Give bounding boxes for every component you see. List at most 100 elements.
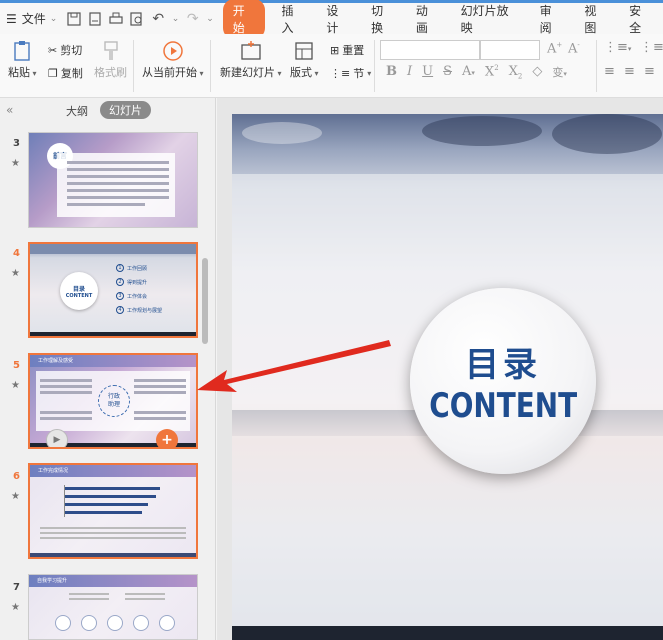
slide-number: 5 (13, 360, 20, 371)
cut-label: 剪切 (60, 44, 83, 57)
play-icon: ▶ (53, 435, 61, 445)
tab-review[interactable]: 审阅 (529, 2, 574, 36)
tab-animations[interactable]: 动画 (405, 2, 450, 36)
redo-icon[interactable]: ↷ (184, 10, 201, 28)
tab-home[interactable]: 开始 (222, 0, 265, 39)
scissors-icon: ✂ (48, 43, 58, 57)
increase-font-icon[interactable]: A+ (547, 41, 562, 56)
new-slide-button[interactable]: 新建幻灯片 ▾ (220, 40, 282, 80)
slide-thumbnail[interactable]: 目录 CONTENT 1 工作回顾 2 得到提升 3 工作体会 4 工作规划与展望 (28, 242, 198, 338)
play-icon (163, 41, 183, 61)
play-slide-button[interactable]: ▶ (46, 429, 68, 447)
tab-slides[interactable]: 幻灯片 (100, 101, 151, 119)
thumbnail-circle: 行政助理 (98, 385, 130, 417)
strikethrough-icon[interactable]: S (443, 64, 452, 81)
copy-button[interactable]: ❐ 复制 (48, 65, 83, 81)
star-icon[interactable]: ★ (11, 158, 20, 169)
paste-icon (14, 41, 30, 61)
section-button[interactable]: ⋮≡ 节 ▾ (330, 65, 371, 81)
tab-transitions[interactable]: 切换 (360, 2, 405, 36)
thumbnail-textbox (57, 153, 175, 217)
divider (374, 40, 375, 92)
plus-icon: + (161, 432, 173, 448)
clear-format-icon[interactable]: ◇ (532, 64, 542, 81)
chevron-down-icon[interactable]: ⌄ (171, 10, 180, 28)
star-icon[interactable]: ★ (11, 491, 20, 502)
reset-icon: ⊞ (330, 43, 340, 57)
font-family-select[interactable] (380, 40, 480, 60)
new-slide-icon (241, 41, 261, 60)
superscript-icon[interactable]: X2 (485, 64, 499, 81)
underline-icon[interactable]: U (422, 64, 433, 81)
toc-item: 工作规划与展望 (127, 307, 163, 314)
tab-outline[interactable]: 大纲 (66, 103, 88, 119)
bullets-icon[interactable]: ⋮≡▾ (604, 40, 631, 55)
reset-label: 重置 (342, 44, 365, 57)
export-pdf-icon[interactable] (86, 10, 103, 28)
play-from-current-button[interactable]: 从当前开始 ▾ (142, 40, 204, 80)
bold-icon[interactable]: B (386, 64, 397, 81)
star-icon[interactable]: ★ (11, 268, 20, 279)
annotation-arrow-icon (197, 340, 391, 392)
thumbnail-circle: 目录 CONTENT (60, 272, 98, 310)
align-left-icon[interactable]: ≡ (604, 64, 615, 79)
slide-thumbnail[interactable]: 工作理解及感受 行政助理 ▶ + (28, 353, 198, 449)
copy-label: 复制 (60, 67, 83, 80)
slide-subtitle[interactable]: CONTENT (429, 386, 577, 426)
font-size-select[interactable] (480, 40, 540, 60)
layout-label: 版式 (290, 66, 312, 79)
tab-design[interactable]: 设计 (315, 2, 360, 36)
new-slide-label: 新建幻灯片 (220, 66, 275, 79)
tab-security[interactable]: 安全 (618, 2, 663, 36)
save-icon[interactable] (65, 10, 82, 28)
undo-icon[interactable]: ↶ (150, 10, 167, 28)
tab-slideshow[interactable]: 幻灯片放映 (450, 2, 529, 36)
file-menu[interactable]: ☰ 文件 ⌄ (0, 2, 63, 36)
panel-scrollbar[interactable] (202, 258, 208, 344)
decrease-font-icon[interactable]: A- (568, 41, 580, 56)
star-icon[interactable]: ★ (11, 380, 20, 391)
cut-button[interactable]: ✂ 剪切 (48, 42, 82, 58)
title-circle[interactable]: 目录 CONTENT (410, 288, 596, 474)
toc-item: 工作回顾 (127, 265, 148, 272)
cloud (422, 116, 542, 146)
italic-icon[interactable]: I (407, 64, 412, 81)
tab-view[interactable]: 视图 (573, 2, 618, 36)
slide-thumbnail[interactable]: 前言 (28, 132, 198, 228)
slide-number: 7 (13, 582, 20, 593)
collapse-panel-icon[interactable]: « (6, 103, 13, 117)
print-preview-icon[interactable] (129, 10, 146, 28)
layout-button[interactable]: 版式 ▾ (290, 40, 319, 80)
slide-thumbnail[interactable]: 自我学习提升 (28, 574, 198, 640)
numbering-icon[interactable]: ⋮≡ (640, 40, 663, 55)
play-from-current-label: 从当前开始 (142, 66, 197, 79)
phonetic-icon[interactable]: 变▾ (552, 64, 567, 81)
chevron-down-icon[interactable]: ⌄ (205, 10, 214, 28)
cloud (552, 114, 662, 154)
add-slide-button[interactable]: + (156, 429, 178, 448)
font-color-icon[interactable]: A▾ (462, 64, 475, 81)
format-painter-label: 格式刷 (94, 66, 127, 79)
ribbon: 粘贴 ▾ ✂ 剪切 ❐ 复制 格式刷 从当前开始 ▾ 新建幻灯片 ▾ 版式 ▾ ⊞ 重… (0, 34, 663, 98)
slide-title[interactable]: 目录 (465, 337, 541, 386)
format-painter-button[interactable]: 格式刷 (94, 40, 127, 80)
paste-button[interactable]: 粘贴 ▾ (8, 40, 37, 80)
align-center-icon[interactable]: ≡ (624, 64, 635, 79)
subscript-icon[interactable]: X2 (509, 64, 523, 81)
cloud (242, 122, 322, 144)
divider (133, 40, 134, 92)
layout-icon (295, 42, 313, 60)
section-label: 节 (353, 67, 365, 80)
slide-panel: « 大纲 幻灯片 3 ★ 前言 4 ★ 目录 CONTENT 1工作回顾 2得到… (0, 98, 216, 640)
star-icon[interactable]: ★ (11, 602, 20, 613)
slide-thumbnail[interactable]: 工作完成情况 (28, 463, 198, 559)
reset-button[interactable]: ⊞ 重置 (330, 42, 364, 58)
thumbnail-title: 工作理解及感受 (38, 358, 74, 364)
section-icon: ⋮≡ (330, 66, 351, 80)
bottom-band (232, 626, 663, 640)
thumbnail-title: 目录 (72, 285, 85, 293)
slide-number: 3 (13, 138, 20, 149)
align-right-icon[interactable]: ≡ (644, 64, 655, 79)
tab-insert[interactable]: 插入 (271, 2, 316, 36)
print-icon[interactable] (107, 10, 124, 28)
